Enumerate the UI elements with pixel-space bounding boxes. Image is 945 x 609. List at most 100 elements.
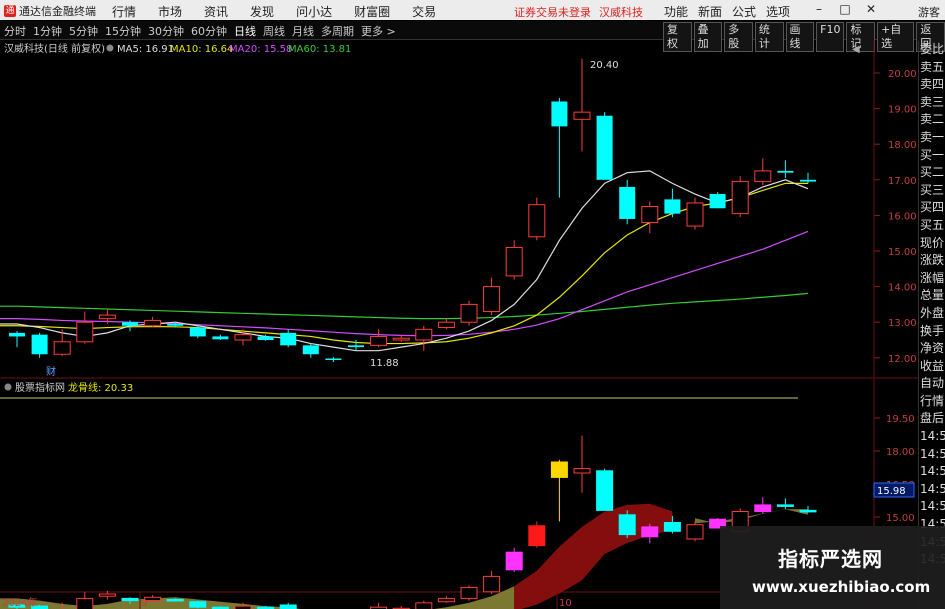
candle-body [664, 199, 681, 214]
y-label-main: 19.00 [888, 105, 917, 116]
zoom-icon[interactable]: ◀ [852, 44, 860, 55]
sub-settings-icon[interactable] [4, 383, 12, 391]
side-panel-item[interactable]: 委比 [919, 41, 945, 59]
side-panel-item[interactable]: 买三 [919, 182, 945, 200]
sub-candle-body [618, 514, 636, 536]
side-panel-item[interactable]: 14:50 [919, 498, 945, 516]
menu-caifuquan[interactable]: 财富圈 [354, 3, 390, 20]
side-panel-item[interactable]: 行情 [919, 393, 945, 411]
menu-xuanxiang[interactable]: 选项 [766, 3, 790, 20]
cai-marker[interactable]: 财 [46, 365, 56, 378]
guest-label[interactable]: 游客 [918, 4, 940, 20]
app-logo-icon: 通 [4, 5, 16, 17]
candle-body [302, 345, 319, 355]
tab-monthly[interactable]: 月线 [292, 23, 314, 39]
side-panel-item[interactable]: 卖一 [919, 129, 945, 147]
side-panel-item[interactable]: 净资 [919, 340, 945, 358]
watermark-url: www.xuezhibiao.com [752, 578, 931, 596]
menu-faxian[interactable]: 发现 [250, 3, 274, 20]
ma60-legend: MA60: 13.81 [288, 44, 351, 55]
side-panel-item[interactable]: 14:50 [919, 428, 945, 446]
menu-gongneng[interactable]: 功能 [664, 3, 688, 20]
candle-body [709, 194, 726, 209]
candle-body [686, 202, 704, 227]
side-panel-item[interactable]: 买二 [919, 164, 945, 182]
menu-jiaoyi[interactable]: 交易 [412, 3, 436, 20]
tab-multi[interactable]: 多周期 [321, 23, 354, 39]
side-panel-item[interactable]: 涨幅 [919, 270, 945, 288]
candle-body [460, 303, 478, 323]
minimize-icon[interactable]: – [812, 2, 826, 16]
current-price-text: 15.98 [877, 486, 906, 497]
watermark: 指标严选网 www.xuezhibiao.com [720, 526, 945, 609]
ma60-line [0, 292, 809, 320]
sub-indicator-name[interactable]: 股票指标网 [15, 381, 65, 394]
tab-60min[interactable]: 60分钟 [191, 23, 227, 39]
side-panel-item[interactable]: 14:50 [919, 463, 945, 481]
side-panel-item[interactable]: 卖四 [919, 76, 945, 94]
tab-15min[interactable]: 15分钟 [105, 23, 141, 39]
side-panel-item[interactable]: 买一 [919, 147, 945, 165]
candle-body [619, 186, 636, 219]
tab-weekly[interactable]: 周线 [263, 23, 285, 39]
sub-candle-body [437, 597, 455, 603]
candle-body [122, 322, 138, 326]
dragon-line-legend: 龙骨线: 20.33 [68, 381, 133, 394]
menu-shichang[interactable]: 市场 [158, 3, 182, 20]
maximize-icon[interactable]: □ [838, 2, 852, 16]
tab-more[interactable]: 更多 > [361, 23, 396, 39]
menu-wenxiaoda[interactable]: 问小达 [296, 3, 332, 20]
y-label-main: 14.00 [888, 283, 917, 294]
notice-area: 证券交易未登录 汉威科技 [514, 4, 643, 20]
side-panel-item[interactable]: 卖二 [919, 111, 945, 129]
side-panel-item[interactable]: 14:50 [919, 446, 945, 464]
side-panel-item[interactable]: 卖五 [919, 59, 945, 77]
candle-body [370, 335, 388, 346]
side-panel-item[interactable]: 盘后 [919, 410, 945, 428]
side-panel-item[interactable]: 外盘 [919, 305, 945, 323]
sub-candle-body [776, 504, 794, 507]
side-panel-item[interactable]: 卖三 [919, 94, 945, 112]
high-label: 20.40 [590, 60, 619, 71]
period-tabs: 分时 1分钟 5分钟 15分钟 30分钟 60分钟 日线 周线 月线 多周期 更… [4, 23, 396, 39]
candle-body [76, 321, 94, 343]
candle-body [280, 332, 297, 346]
menu-zixun[interactable]: 资讯 [204, 3, 228, 20]
menu-hangqing[interactable]: 行情 [112, 3, 136, 20]
y-label-main: 12.00 [888, 354, 917, 365]
side-panel-item[interactable]: 买五 [919, 217, 945, 235]
tab-5min[interactable]: 5分钟 [69, 23, 98, 39]
candle-body [189, 327, 206, 337]
stock-legend[interactable]: 汉威科技(日线 前复权) [4, 42, 105, 55]
side-panel-item[interactable]: 换手 [919, 323, 945, 341]
settings-icon[interactable] [106, 44, 114, 52]
candle-body [31, 334, 48, 355]
side-panel-item[interactable]: 14:50 [919, 481, 945, 499]
menu-gongshi[interactable]: 公式 [732, 3, 756, 20]
ma5-line [0, 170, 809, 352]
candle-body [731, 181, 749, 215]
tab-1min[interactable]: 1分钟 [33, 23, 62, 39]
x-label-oct: 10 [559, 598, 572, 609]
close-icon[interactable]: ✕ [864, 2, 878, 16]
kline-chart[interactable]: 20.00 19.00 18.00 17.00 16.00 15.00 14.00 13.00… [0, 40, 918, 609]
side-panel-item[interactable]: 买四 [919, 199, 945, 217]
stock-notice[interactable]: 汉威科技 [599, 4, 643, 20]
tab-fenshi[interactable]: 分时 [4, 23, 26, 39]
side-panel-item[interactable]: 涨跌 [919, 252, 945, 270]
menu-xinmian[interactable]: 新面 [698, 3, 722, 20]
tab-daily[interactable]: 日线 [234, 23, 256, 39]
tab-30min[interactable]: 30分钟 [148, 23, 184, 39]
side-panel-item[interactable]: 总量 [919, 287, 945, 305]
app-name: 通达信金融终端 [19, 5, 96, 18]
candle-body [212, 336, 229, 340]
candle-body [9, 332, 25, 337]
login-notice[interactable]: 证券交易未登录 [514, 4, 591, 20]
app-title: 通 通达信金融终端 [4, 3, 96, 19]
candle-body [800, 179, 816, 182]
sub-candle-body [754, 504, 772, 512]
y-label-main: 18.00 [888, 140, 917, 151]
side-panel-item[interactable]: 收益 [919, 358, 945, 376]
side-panel-item[interactable]: 现价 [919, 235, 945, 253]
side-panel-item[interactable]: 自动 [919, 375, 945, 393]
